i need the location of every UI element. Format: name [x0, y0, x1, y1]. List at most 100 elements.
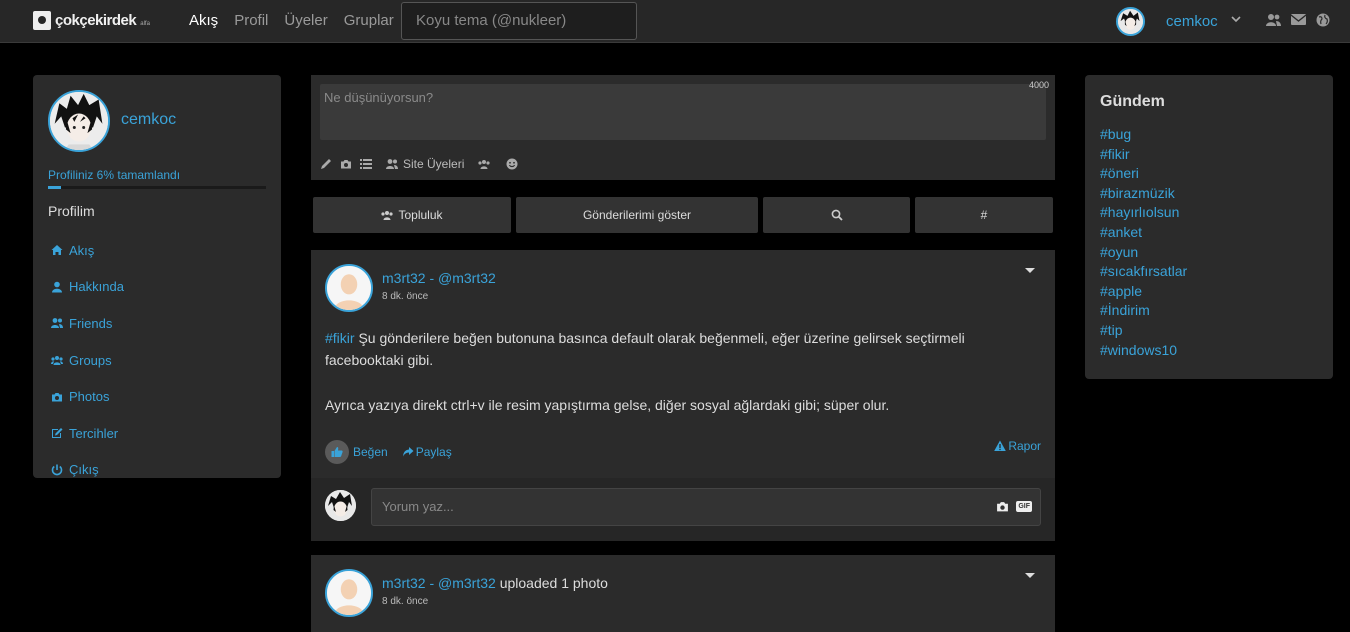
nav-icons: [1266, 13, 1330, 32]
post-options-icon[interactable]: [1025, 268, 1035, 273]
edit-icon: [52, 428, 63, 439]
groups-icon[interactable]: [478, 158, 490, 170]
profile-completion-text[interactable]: Profiliniz 6% tamamlandı: [48, 168, 180, 182]
nav-link-uyeler[interactable]: Üyeler: [284, 12, 327, 29]
user-icon: [52, 281, 62, 293]
trending-tag[interactable]: #anket: [1100, 223, 1318, 243]
comment-icons: GIF: [995, 500, 1032, 513]
top-navbar: çokçekirdek alfa Akış Profil Üyeler Grup…: [0, 0, 1350, 43]
nav-avatar[interactable]: [1116, 7, 1145, 36]
share-icon: [402, 447, 414, 457]
filter-my-posts-label: Gönderilerimi göster: [582, 208, 692, 222]
menu-item-friends[interactable]: Friends: [51, 305, 124, 342]
friends-icon: [386, 159, 398, 169]
globe-icon[interactable]: [1316, 13, 1330, 32]
trending-tag[interactable]: #fikir: [1100, 145, 1318, 165]
post-text-1: Şu gönderilere beğen butonuna basınca de…: [325, 330, 965, 368]
trending-tag[interactable]: #tip: [1100, 321, 1318, 341]
post-options-icon[interactable]: [1025, 573, 1035, 578]
post-author-avatar[interactable]: [325, 264, 373, 312]
comment-input[interactable]: Yorum yaz... GIF: [371, 488, 1041, 526]
nav-link-gruplar[interactable]: Gruplar: [344, 12, 394, 29]
nav-username[interactable]: cemkoc: [1166, 13, 1218, 30]
menu-item-tercihler[interactable]: Tercihler: [51, 415, 124, 452]
profile-sidebar: cemkoc Profiliniz 6% tamamlandı Profilim…: [33, 75, 281, 478]
profile-menu: Akış Hakkında Friends Groups Photos Terc…: [51, 232, 124, 488]
post-time[interactable]: 8 dk. önce: [382, 596, 428, 607]
profile-section-title: Profilim: [48, 203, 95, 219]
nav-link-profil[interactable]: Profil: [234, 12, 268, 29]
composer-textarea[interactable]: Ne düşünüyorsun?: [320, 84, 1046, 140]
like-label: Beğen: [353, 445, 388, 459]
camera-icon[interactable]: [340, 158, 352, 170]
trending-tag[interactable]: #windows10: [1100, 341, 1318, 361]
filter-community-button[interactable]: Topluluk: [313, 197, 511, 233]
trending-tag[interactable]: #hayırlıolsun: [1100, 203, 1318, 223]
profile-completion-fill: [48, 186, 62, 189]
menu-item-label: Groups: [69, 352, 112, 368]
camera-icon[interactable]: [995, 500, 1010, 513]
post-card: m3rt32 - @m3rt32 uploaded 1 photo 8 dk. …: [311, 555, 1055, 632]
trending-tag[interactable]: #bug: [1100, 125, 1318, 145]
envelope-icon[interactable]: [1290, 13, 1307, 32]
audience-selector[interactable]: Site Üyeleri: [386, 157, 464, 171]
users-icon[interactable]: [1266, 13, 1281, 32]
camera-icon: [52, 392, 62, 402]
char-limit: 4000: [1028, 80, 1049, 90]
post-hashtag[interactable]: #fikir: [325, 330, 355, 346]
post-author-name[interactable]: m3rt32 - @m3rt32: [382, 270, 496, 286]
nav-links: Akış Profil Üyeler Gruplar: [189, 12, 394, 29]
filter-community-label: Topluluk: [398, 208, 443, 222]
comment-placeholder: Yorum yaz...: [382, 499, 454, 514]
nav-link-akis[interactable]: Akış: [189, 12, 218, 29]
menu-item-photos[interactable]: Photos: [51, 378, 124, 415]
filter-my-posts-button[interactable]: Gönderilerimi göster: [516, 197, 758, 233]
friends-icon: [51, 318, 63, 329]
post-composer: Ne düşünüyorsun? 4000 Site Üyeleri: [311, 75, 1055, 180]
search-icon: [831, 209, 843, 221]
list-icon[interactable]: [360, 158, 372, 170]
trending-tag[interactable]: #apple: [1100, 282, 1318, 302]
logo-sup: alfa: [140, 20, 150, 27]
filter-search-button[interactable]: [763, 197, 910, 233]
trending-tag[interactable]: #sıcakfırsatlar: [1100, 262, 1318, 282]
menu-item-cikis[interactable]: Çıkış: [51, 452, 124, 489]
post-card: m3rt32 - @m3rt32 8 dk. önce #fikir Şu gö…: [311, 250, 1055, 541]
share-button[interactable]: Paylaş: [402, 445, 452, 459]
post-author[interactable]: m3rt32 - @m3rt32: [382, 270, 496, 286]
post-author-name[interactable]: m3rt32 - @m3rt32: [382, 575, 496, 591]
menu-item-akis[interactable]: Akış: [51, 232, 124, 269]
filter-hashtag-label: #: [980, 208, 988, 222]
home-icon: [51, 245, 63, 256]
chevron-down-icon[interactable]: [1231, 13, 1241, 27]
trending-tag[interactable]: #birazmüzik: [1100, 184, 1318, 204]
report-label: Rapor: [1008, 439, 1041, 453]
composer-placeholder: Ne düşünüyorsun?: [324, 90, 434, 105]
pencil-icon[interactable]: [320, 158, 332, 170]
like-button[interactable]: Beğen: [325, 440, 388, 464]
comment-row: Yorum yaz... GIF: [311, 478, 1055, 541]
commenter-avatar[interactable]: [325, 490, 356, 521]
trending-tag[interactable]: #öneri: [1100, 164, 1318, 184]
menu-item-label: Akış: [69, 242, 95, 258]
profile-username[interactable]: cemkoc: [121, 111, 176, 129]
menu-item-label: Hakkında: [69, 279, 124, 295]
profile-avatar[interactable]: [48, 90, 110, 152]
thumbs-up-icon: [325, 440, 349, 464]
nav-search-input[interactable]: Koyu tema (@nukleer): [401, 2, 637, 40]
post-body: #fikir Şu gönderilere beğen butonuna bas…: [325, 327, 1025, 416]
gif-button[interactable]: GIF: [1016, 501, 1032, 512]
share-label: Paylaş: [415, 445, 452, 459]
trending-tag[interactable]: #İndirim: [1100, 301, 1318, 321]
trending-tag[interactable]: #oyun: [1100, 243, 1318, 263]
menu-item-groups[interactable]: Groups: [51, 342, 124, 379]
report-button[interactable]: Rapor: [994, 439, 1041, 453]
post-actions: Beğen Paylaş: [325, 440, 452, 464]
menu-item-hakkinda[interactable]: Hakkında: [51, 269, 124, 306]
site-logo[interactable]: çokçekirdek alfa: [33, 11, 150, 30]
smiley-icon[interactable]: [506, 158, 518, 170]
composer-toolbar: Site Üyeleri: [320, 157, 518, 171]
post-time[interactable]: 8 dk. önce: [382, 291, 428, 302]
post-author-avatar[interactable]: [325, 569, 373, 617]
filter-hashtag-button[interactable]: #: [915, 197, 1053, 233]
